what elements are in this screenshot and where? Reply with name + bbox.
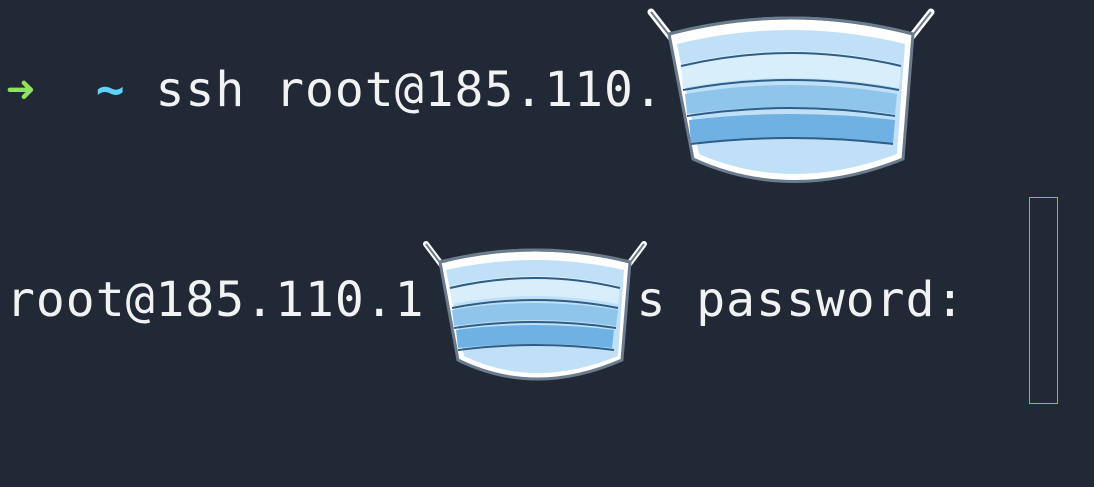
ssh-command: ssh root@185.110. — [155, 62, 664, 118]
face-mask-icon — [423, 241, 647, 381]
text-cursor — [1029, 197, 1058, 404]
password-prompt-user: root@185.110.1 — [6, 272, 425, 328]
face-mask-icon — [647, 8, 935, 183]
prompt-arrow: ➜ — [6, 62, 36, 118]
terminal-window[interactable]: ➜ ~ ssh root@185.110. root@185.110.1 's p… — [0, 0, 1094, 487]
password-prompt-suffix: 's password: — [606, 272, 966, 328]
command-line: ➜ ~ ssh root@185.110. — [6, 62, 664, 118]
prompt-directory: ~ — [95, 62, 126, 118]
